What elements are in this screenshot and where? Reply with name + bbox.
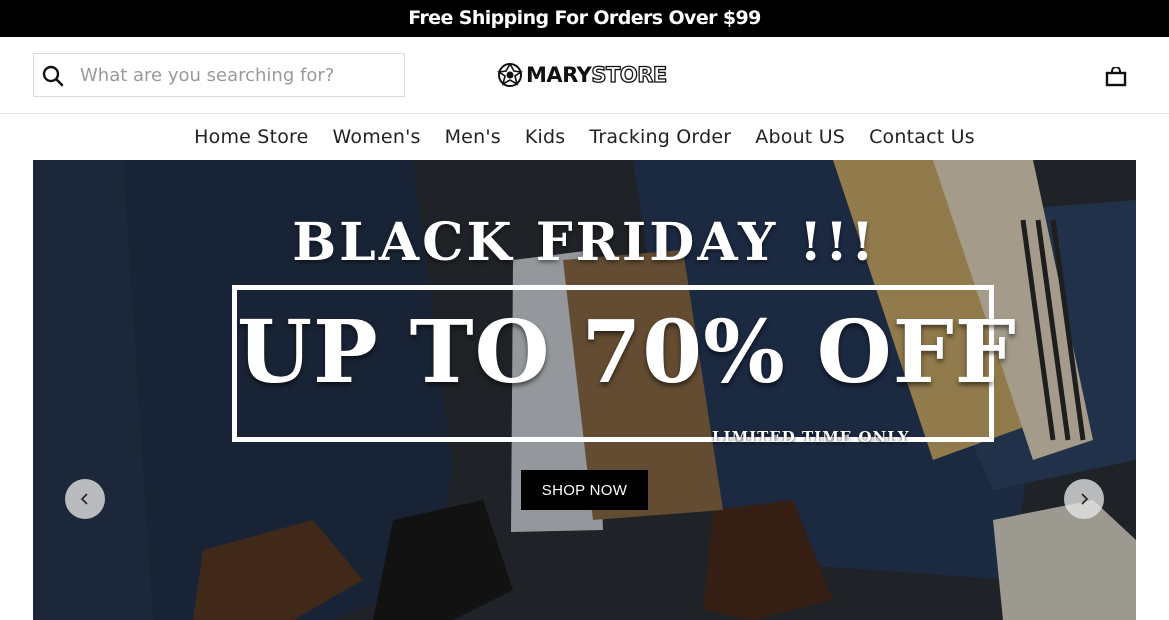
nav-item-contact-us[interactable]: Contact Us xyxy=(869,126,975,148)
hero-offer-text: UP TO 70% OFF xyxy=(237,302,1017,403)
shop-now-button[interactable]: SHOP NOW xyxy=(521,470,648,510)
hero-limited-text: LIMITED TIME ONLY xyxy=(708,428,914,446)
chevron-left-icon xyxy=(80,493,88,505)
nav-item-tracking-order[interactable]: Tracking Order xyxy=(589,126,731,148)
nav-item-home-store[interactable]: Home Store xyxy=(194,126,308,148)
shopping-bag-icon[interactable] xyxy=(1105,67,1127,87)
hero-offer-frame: UP TO 70% OFF xyxy=(232,285,1017,442)
logo-text-store: STORE xyxy=(591,62,668,87)
site-header: MARYSTORE xyxy=(0,37,1169,114)
logo-text-mary: MARY xyxy=(526,63,592,87)
nav-item-womens[interactable]: Women's xyxy=(333,126,421,148)
nav-item-mens[interactable]: Men's xyxy=(445,126,501,148)
nav-item-about-us[interactable]: About US xyxy=(755,126,845,148)
slider-next-button[interactable] xyxy=(1064,479,1104,519)
nav-item-kids[interactable]: Kids xyxy=(525,126,566,148)
hero-banner[interactable]: BLACK FRIDAY !!! UP TO 70% OFF LIMITED T… xyxy=(33,160,1136,620)
store-logo[interactable]: MARYSTORE xyxy=(497,59,668,91)
chevron-right-icon xyxy=(1081,493,1089,505)
logo-text: MARYSTORE xyxy=(526,62,668,87)
slider-prev-button[interactable] xyxy=(65,479,105,519)
announcement-text: Free Shipping For Orders Over $99 xyxy=(408,7,761,29)
announcement-bar: Free Shipping For Orders Over $99 xyxy=(0,0,1169,37)
main-nav: Home Store Women's Men's Kids Tracking O… xyxy=(0,114,1169,160)
search-box[interactable] xyxy=(33,53,405,97)
logo-mark-icon xyxy=(497,62,523,87)
search-input[interactable] xyxy=(80,60,398,90)
hero-headline: BLACK FRIDAY !!! xyxy=(292,212,877,273)
search-icon[interactable] xyxy=(42,65,64,87)
